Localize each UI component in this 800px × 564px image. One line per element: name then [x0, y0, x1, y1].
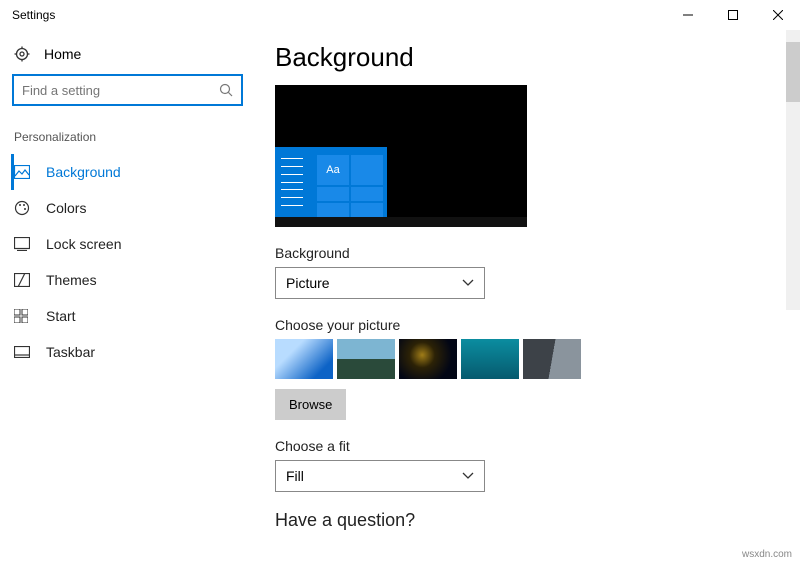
- gear-icon: [14, 46, 32, 62]
- themes-icon: [14, 273, 32, 287]
- nav-taskbar[interactable]: Taskbar: [12, 334, 243, 370]
- browse-button[interactable]: Browse: [275, 389, 346, 420]
- picture-thumbnails: [275, 339, 780, 379]
- close-button[interactable]: [755, 0, 800, 30]
- home-link[interactable]: Home: [12, 40, 243, 74]
- fit-select[interactable]: Fill: [275, 460, 485, 492]
- preview-tile: [317, 187, 349, 201]
- home-label: Home: [44, 46, 81, 62]
- chevron-down-icon: [462, 279, 474, 287]
- select-value: Fill: [286, 468, 304, 484]
- window-controls: [665, 0, 800, 30]
- main-panel: Background Aa Background Picture Choose …: [255, 30, 800, 564]
- category-label: Personalization: [12, 126, 243, 154]
- nav-label: Taskbar: [46, 344, 95, 360]
- picture-icon: [14, 165, 32, 179]
- preview-tiles: Aa: [317, 155, 387, 217]
- taskbar-icon: [14, 346, 32, 358]
- search-icon: [219, 83, 233, 97]
- page-title: Background: [275, 42, 780, 73]
- search-input[interactable]: [12, 74, 243, 106]
- background-type-label: Background: [275, 245, 780, 261]
- search-field[interactable]: [22, 83, 219, 98]
- nav-label: Colors: [46, 200, 86, 216]
- preview-tile-aa: Aa: [317, 155, 349, 185]
- fit-label: Choose a fit: [275, 438, 780, 454]
- desktop-preview: Aa: [275, 85, 527, 227]
- preview-tile: [351, 187, 383, 201]
- nav-colors[interactable]: Colors: [12, 190, 243, 226]
- choose-picture-label: Choose your picture: [275, 317, 780, 333]
- nav-label: Background: [46, 164, 121, 180]
- nav-lockscreen[interactable]: Lock screen: [12, 226, 243, 262]
- watermark: wsxdn.com: [742, 549, 792, 560]
- picture-thumb[interactable]: [337, 339, 395, 379]
- minimize-button[interactable]: [665, 0, 710, 30]
- scrollbar-thumb[interactable]: [786, 42, 800, 102]
- picture-thumb[interactable]: [523, 339, 581, 379]
- select-value: Picture: [286, 275, 330, 291]
- nav-start[interactable]: Start: [12, 298, 243, 334]
- nav-themes[interactable]: Themes: [12, 262, 243, 298]
- nav-label: Themes: [46, 272, 97, 288]
- picture-thumb[interactable]: [275, 339, 333, 379]
- picture-thumb[interactable]: [461, 339, 519, 379]
- preview-taskbar: [275, 217, 527, 227]
- picture-thumb[interactable]: [399, 339, 457, 379]
- preview-app-list: [275, 147, 315, 217]
- maximize-button[interactable]: [710, 0, 755, 30]
- preview-tile: [317, 203, 349, 217]
- palette-icon: [14, 200, 32, 216]
- nav-label: Lock screen: [46, 236, 121, 252]
- nav-background[interactable]: Background: [11, 154, 243, 190]
- preview-tile: [351, 203, 383, 217]
- chevron-down-icon: [462, 472, 474, 480]
- question-heading: Have a question?: [275, 510, 780, 531]
- nav-label: Start: [46, 308, 76, 324]
- background-type-select[interactable]: Picture: [275, 267, 485, 299]
- sidebar: Home Personalization Background Colors L…: [0, 30, 255, 564]
- window-title: Settings: [12, 8, 55, 22]
- lockscreen-icon: [14, 237, 32, 251]
- preview-tile: [351, 155, 383, 185]
- start-icon: [14, 309, 32, 323]
